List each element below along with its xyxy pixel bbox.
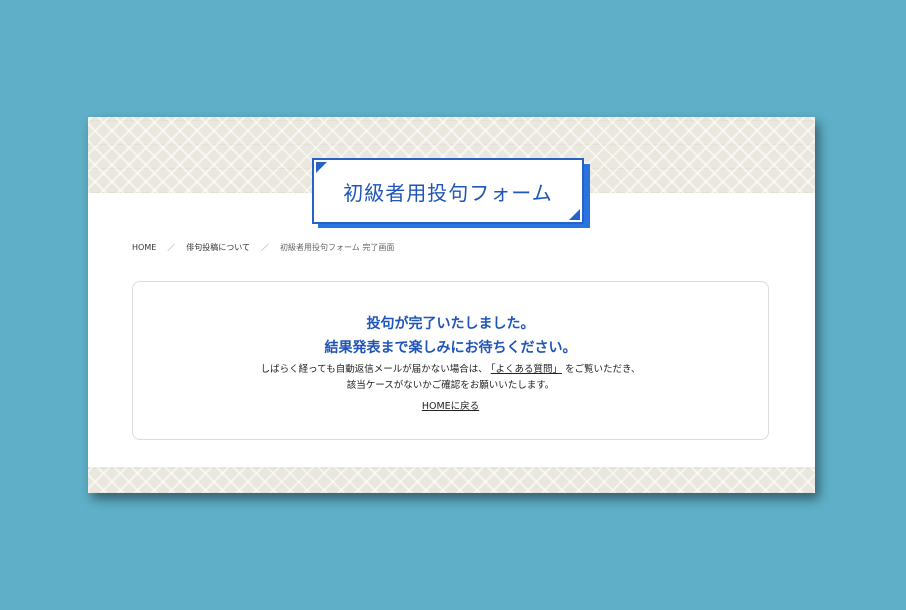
completion-body-text: しばらく経っても自動返信メールが届かない場合は、 「よくある質問」 をご覧いただき、…: [133, 362, 768, 394]
page-title-box: 初級者用投句フォーム: [312, 158, 584, 224]
title-corner-top-left-decoration: [316, 162, 327, 173]
completion-message-box: 投句が完了いたしました。 結果発表まで楽しみにお待ちください。 しばらく経っても…: [132, 281, 769, 440]
return-home-link[interactable]: HOMEに戻る: [422, 398, 479, 412]
page-card: 初級者用投句フォーム HOME ／ 俳句投稿について ／ 初級者用投句フォーム …: [88, 117, 815, 493]
completion-heading-line2: 結果発表まで楽しみにお待ちください。: [324, 340, 577, 356]
completion-heading-line1: 投句が完了いたしました。: [366, 316, 535, 332]
breadcrumb-current: 初級者用投句フォーム 完了画面: [280, 243, 395, 252]
breadcrumb: HOME ／ 俳句投稿について ／ 初級者用投句フォーム 完了画面: [132, 242, 394, 253]
footer-pattern-background: [88, 467, 815, 493]
breadcrumb-home-link[interactable]: HOME: [132, 243, 156, 252]
body-text-after-link: をご覧いただき、: [564, 364, 641, 375]
body-text-line2: 該当ケースがないかご確認をお願いいたします。: [346, 380, 555, 391]
faq-link[interactable]: 「よくある質問」: [491, 364, 562, 375]
body-text-before-link: しばらく経っても自動返信メールが届かない場合は、: [260, 364, 488, 375]
breadcrumb-separator: ／: [167, 243, 176, 252]
title-corner-bottom-right-decoration: [569, 209, 580, 220]
page-title: 初級者用投句フォーム: [343, 180, 553, 205]
breadcrumb-separator: ／: [261, 243, 270, 252]
breadcrumb-parent-link[interactable]: 俳句投稿について: [186, 242, 250, 253]
